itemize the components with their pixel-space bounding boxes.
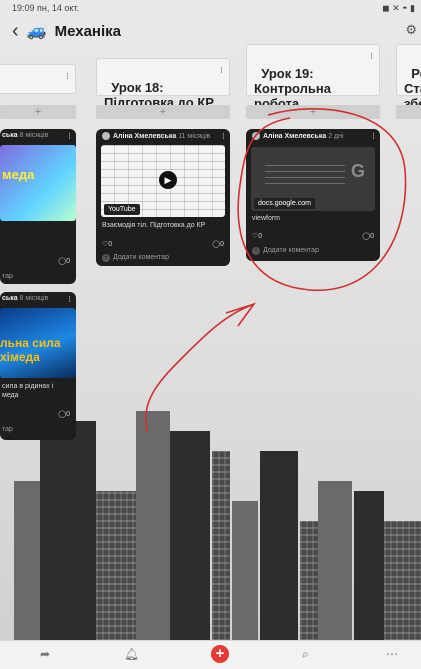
post-author: ська: [2, 132, 18, 139]
add-comment-icon: +: [102, 254, 110, 262]
link-preview[interactable]: G docs.google.com: [251, 147, 375, 211]
post-card[interactable]: ська 8 місяців ⁝ льна сила хімеда сила в…: [0, 292, 76, 440]
add-post-fab[interactable]: +: [211, 645, 229, 663]
post-card-google-form[interactable]: Аліна Хмелевська 2 дні ⁝ G docs.google.c…: [246, 129, 380, 261]
add-comment-icon: +: [252, 247, 260, 255]
column-menu-icon[interactable]: ⁝: [370, 49, 373, 64]
comment-count: ◯0: [362, 233, 374, 240]
add-post-button[interactable]: +: [246, 105, 380, 119]
post-menu-icon[interactable]: ⁝: [68, 294, 71, 305]
video-thumbnail[interactable]: ▶ YouTube: [101, 145, 225, 217]
post-age: 2 дні: [328, 132, 344, 140]
link-domain-badge: docs.google.com: [254, 198, 315, 209]
more-icon[interactable]: ⋯: [386, 647, 398, 661]
post-card-youtube[interactable]: Аліна Хмелевська 11 місяців ⁝ ▶ YouTube …: [96, 129, 230, 266]
share-icon[interactable]: ➦: [40, 647, 50, 661]
post-menu-icon[interactable]: ⁝: [222, 131, 225, 142]
post-caption: viewform: [252, 215, 281, 222]
column-title-partial[interactable]: Роз Ста збе: [396, 44, 421, 111]
post-caption: Взаємодія тіл. Підготовка до КР: [102, 222, 206, 229]
header: ‹ 🚙 Механіка: [12, 18, 121, 44]
gear-icon[interactable]: ⚙: [405, 22, 417, 38]
add-post-button[interactable]: [396, 105, 421, 119]
thumbnail-text: меда: [2, 167, 35, 182]
post-thumbnail[interactable]: меда: [0, 145, 76, 221]
column-menu-icon[interactable]: ⁝: [66, 69, 69, 84]
like-count: 0: [258, 233, 263, 240]
thumbnail-text: льна сила хімеда: [0, 336, 61, 364]
add-post-button[interactable]: +: [0, 105, 76, 119]
add-post-button[interactable]: +: [96, 105, 230, 119]
status-icons: ◼ ✕ ◓ ▮: [382, 3, 415, 13]
post-menu-icon[interactable]: ⁝: [372, 131, 375, 142]
post-thumbnail[interactable]: льна сила хімеда: [0, 308, 76, 378]
status-time: 19:09 пн, 14 окт.: [12, 3, 80, 13]
add-comment-link[interactable]: тар: [2, 426, 13, 433]
comment-count: ◯0: [58, 258, 70, 265]
add-comment-link[interactable]: + Додати коментар: [102, 254, 169, 262]
youtube-badge: YouTube: [104, 204, 140, 215]
add-comment-link[interactable]: тар: [2, 273, 13, 280]
post-author: ська: [2, 295, 18, 302]
like-count: 0: [108, 241, 113, 248]
page-title: Механіка: [54, 22, 121, 40]
column-title-lesson-19[interactable]: Урок 19: Контрольна робота ⁝: [246, 44, 380, 111]
column-title-lesson-18[interactable]: Урок 18: Підготовка до КР ⁝: [96, 58, 230, 110]
status-bar: 19:09 пн, 14 окт. ◼ ✕ ◓ ▮: [0, 0, 421, 17]
post-author: Аліна Хмелевська: [113, 132, 177, 140]
play-icon[interactable]: ▶: [159, 171, 177, 189]
google-icon: G: [350, 161, 365, 181]
comment-count: ◯0: [58, 411, 70, 418]
search-icon[interactable]: ⌕: [302, 647, 309, 662]
post-author: Аліна Хмелевська: [263, 132, 327, 140]
post-age: 8 місяців: [19, 132, 49, 139]
column-title-partial[interactable]: ⁝: [0, 64, 76, 94]
comment-count: ◯0: [212, 241, 224, 248]
post-card[interactable]: ська 8 місяців ⁝ меда ◯0 тар: [0, 129, 76, 284]
post-age: 11 місяців: [178, 132, 211, 140]
post-age: 8 місяців: [19, 295, 49, 302]
avatar: [102, 132, 110, 140]
add-comment-link[interactable]: + Додати коментар: [252, 247, 319, 255]
column-menu-icon[interactable]: ⁝: [220, 63, 223, 78]
post-caption: сила в рідинах і меда: [2, 383, 54, 399]
avatar: [252, 132, 260, 140]
car-icon: 🚙: [26, 23, 47, 40]
bottom-tab-bar: ➦ 🔔︎ + ⌕ ⋯: [0, 640, 421, 669]
back-icon[interactable]: ‹: [12, 20, 19, 43]
bell-icon[interactable]: 🔔︎: [124, 647, 139, 661]
post-menu-icon[interactable]: ⁝: [68, 131, 71, 142]
